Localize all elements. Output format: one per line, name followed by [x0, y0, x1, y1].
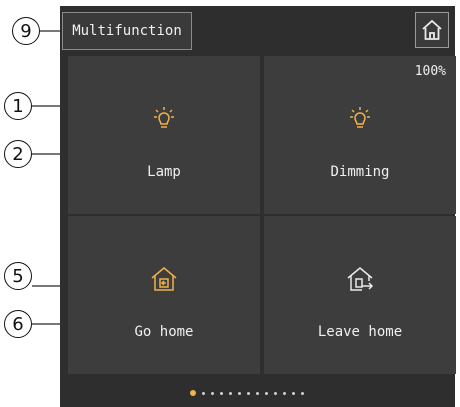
page-dot[interactable] [292, 391, 295, 395]
leave-home-icon [347, 267, 374, 291]
dimming-value: 100% [414, 64, 446, 79]
page-dot[interactable] [256, 391, 259, 395]
page-dot[interactable] [211, 391, 214, 395]
home-icon [422, 19, 442, 40]
page-dot[interactable] [238, 391, 241, 395]
go-home-label: Go home [134, 324, 194, 340]
page-dot[interactable] [301, 391, 304, 395]
go-home-tile[interactable]: Go home [68, 216, 260, 374]
lamp-icon [350, 107, 370, 128]
page-dot[interactable] [202, 391, 205, 395]
page-dot[interactable] [247, 391, 250, 395]
callout-9: 9 [12, 17, 40, 45]
leave-home-tile[interactable]: Leave home [264, 216, 456, 374]
page-indicator[interactable] [190, 390, 304, 396]
dimming-tile[interactable]: 100% Dimming [264, 56, 456, 214]
page-dot-active[interactable] [190, 390, 196, 396]
page-dot[interactable] [229, 391, 232, 395]
page-dot[interactable] [274, 391, 277, 395]
callout-1: 1 [4, 92, 32, 120]
callout-5: 5 [4, 262, 32, 290]
page-dot[interactable] [220, 391, 223, 395]
page-dot[interactable] [283, 391, 286, 395]
dimming-label: Dimming [330, 164, 390, 180]
callout-6: 6 [4, 310, 32, 338]
leave-home-label: Leave home [317, 324, 403, 340]
callout-9-line [40, 30, 62, 32]
lamp-tile[interactable]: Lamp [68, 56, 260, 214]
multifunction-panel: Multifunction Lamp 100% Dimming Go home … [60, 6, 456, 407]
page-dot[interactable] [265, 391, 268, 395]
go-home-icon [151, 267, 177, 291]
home-button[interactable] [415, 12, 449, 48]
lamp-icon [154, 107, 174, 128]
callout-2: 2 [4, 140, 32, 168]
page-title[interactable]: Multifunction [62, 12, 192, 50]
lamp-label: Lamp [147, 164, 181, 180]
panel-header: Multifunction [60, 6, 455, 56]
